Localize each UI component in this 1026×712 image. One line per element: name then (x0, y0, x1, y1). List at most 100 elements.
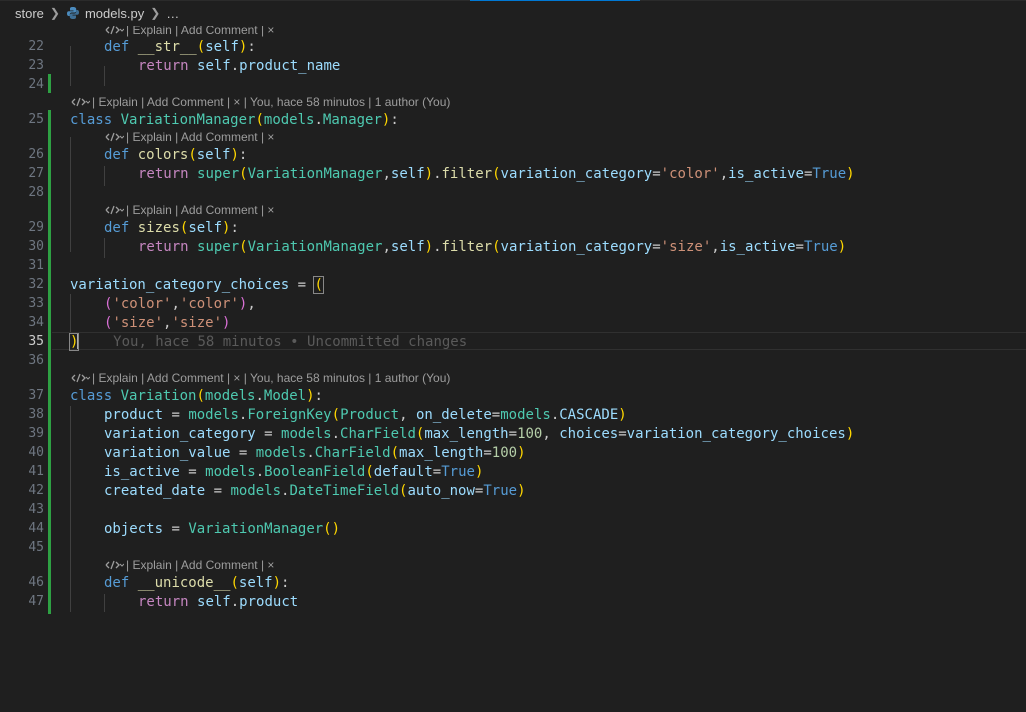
code-text: return super(VariationManager,self).filt… (138, 166, 855, 182)
code-text: variation_value = models.CharField(max_l… (104, 445, 526, 461)
line-number: 32 (28, 277, 44, 292)
line-number: 36 (28, 353, 44, 368)
line-number: 34 (28, 315, 44, 330)
line-number: 47 (28, 594, 44, 609)
code-line[interactable]: 29 def sizes(self): (0, 219, 1026, 237)
sparkle-icon (104, 129, 125, 147)
line-number: 39 (28, 426, 44, 441)
sparkle-icon (104, 557, 125, 575)
code-lens-actions[interactable]: | Explain | Add Comment | × (104, 128, 274, 147)
code-text: return self.product (138, 594, 299, 610)
code-editor[interactable]: | Explain | Add Comment | × 22 def __str… (0, 26, 1026, 712)
line-number: 30 (28, 239, 44, 254)
code-text: return super(VariationManager,self).filt… (138, 239, 847, 255)
code-line[interactable]: 42 created_date = models.DateTimeField(a… (0, 482, 1026, 500)
line-number: 31 (28, 258, 44, 273)
code-text: product = models.ForeignKey(Product, on_… (104, 407, 627, 423)
git-blame-annotation: You, hace 58 minutos • Uncommitted chang… (113, 334, 468, 350)
code-text: def __str__(self): (104, 39, 256, 55)
code-line[interactable]: 45 (0, 539, 1026, 557)
line-number: 37 (28, 388, 44, 403)
code-line[interactable]: 36 (0, 352, 1026, 370)
code-lens-actions[interactable]: | Explain | Add Comment | × (104, 201, 274, 220)
code-lens-text[interactable]: | Explain | Add Comment | × | You, hace … (92, 95, 450, 109)
code-text: variation_category = models.CharField(ma… (104, 426, 855, 442)
code-line[interactable]: 41 is_active = models.BooleanField(defau… (0, 463, 1026, 481)
line-number: 27 (28, 166, 44, 181)
code-line[interactable]: 30 return super(VariationManager,self).f… (0, 238, 1026, 256)
code-text: ('color','color'), (104, 296, 256, 312)
code-lens: | Explain | Add Comment | × | You, hace … (0, 369, 1026, 387)
code-line[interactable]: 46 def __unicode__(self): (0, 574, 1026, 592)
sparkle-icon (104, 202, 125, 220)
text-cursor (77, 333, 80, 349)
chevron-right-icon: ❯ (150, 6, 161, 20)
python-icon (66, 6, 80, 20)
code-line[interactable]: 34 ('size','size') (0, 314, 1026, 332)
code-line[interactable]: 44 objects = VariationManager() (0, 520, 1026, 538)
line-number: 43 (28, 502, 44, 517)
code-line[interactable]: 39 variation_category = models.CharField… (0, 425, 1026, 443)
code-line[interactable]: 40 variation_value = models.CharField(ma… (0, 444, 1026, 462)
code-lens-text[interactable]: | Explain | Add Comment | × (126, 203, 274, 217)
code-line[interactable]: 26 def colors(self): (0, 146, 1026, 164)
code-line[interactable]: 33 ('color','color'), (0, 295, 1026, 313)
code-lens-text[interactable]: | Explain | Add Comment | × (126, 558, 274, 572)
line-number: 26 (28, 147, 44, 162)
code-line[interactable]: 24 (0, 76, 1026, 94)
code-line[interactable]: 43 (0, 501, 1026, 519)
breadcrumb-file[interactable]: models.py (85, 6, 144, 21)
line-number: 28 (28, 185, 44, 200)
line-number: 44 (28, 521, 44, 536)
line-number: 42 (28, 483, 44, 498)
breadcrumb-more[interactable]: … (166, 6, 179, 21)
code-line[interactable]: 22 def __str__(self): (0, 38, 1026, 56)
code-text: ) You, hace 58 minutos • Uncommitted cha… (68, 333, 468, 351)
breadcrumb-bar: store ❯ models.py ❯ … (0, 0, 1026, 26)
sparkle-icon (70, 370, 91, 388)
code-lens-text[interactable]: | Explain | Add Comment | × (126, 26, 274, 37)
code-text: variation_category_choices = ( (70, 276, 324, 294)
code-lens-actions[interactable]: | Explain | Add Comment | × | You, hace … (70, 93, 450, 112)
line-number: 46 (28, 575, 44, 590)
line-number: 22 (28, 39, 44, 54)
active-tab-indicator (470, 0, 640, 1)
code-text: created_date = models.DateTimeField(auto… (104, 483, 526, 499)
line-number: 45 (28, 540, 44, 555)
code-line-current[interactable]: 35 ) You, hace 58 minutos • Uncommitted … (0, 333, 1026, 351)
code-line[interactable]: 47 return self.product (0, 593, 1026, 611)
code-text: def sizes(self): (104, 220, 239, 236)
code-lens: | Explain | Add Comment | × | You, hace … (0, 93, 1026, 111)
code-lens-actions[interactable]: | Explain | Add Comment | × | You, hace … (70, 369, 450, 388)
line-number: 40 (28, 445, 44, 460)
code-lens-text[interactable]: | Explain | Add Comment | × (126, 130, 274, 144)
code-line[interactable]: 28 (0, 184, 1026, 202)
code-line[interactable]: 31 (0, 257, 1026, 275)
breadcrumb: store ❯ models.py ❯ … (0, 0, 179, 26)
code-line[interactable]: 38 product = models.ForeignKey(Product, … (0, 406, 1026, 424)
sparkle-icon (70, 94, 91, 112)
breadcrumb-folder[interactable]: store (15, 6, 44, 21)
code-lens: | Explain | Add Comment | × (0, 201, 1026, 219)
code-text: is_active = models.BooleanField(default=… (104, 464, 484, 480)
line-number: 24 (28, 77, 44, 92)
code-text: return self.product_name (138, 58, 341, 74)
code-lens-actions[interactable]: | Explain | Add Comment | × (104, 556, 274, 575)
code-text: def __unicode__(self): (104, 575, 290, 591)
code-line[interactable]: 25 class VariationManager(models.Manager… (0, 111, 1026, 129)
code-line[interactable]: 32 variation_category_choices = ( (0, 276, 1026, 294)
code-line[interactable]: 23 return self.product_name (0, 57, 1026, 75)
chevron-right-icon: ❯ (49, 6, 60, 20)
code-text: class Variation(models.Model): (70, 388, 323, 404)
tab-strip-edge-right (640, 0, 1026, 1)
code-line[interactable]: 37 class Variation(models.Model): (0, 387, 1026, 405)
code-lens: | Explain | Add Comment | × (0, 128, 1026, 146)
code-text: objects = VariationManager() (104, 521, 341, 537)
code-text: ('size','size') (104, 315, 231, 331)
line-number: 41 (28, 464, 44, 479)
line-number: 29 (28, 220, 44, 235)
code-lens-text[interactable]: | Explain | Add Comment | × | You, hace … (92, 371, 450, 385)
code-line[interactable]: 27 return super(VariationManager,self).f… (0, 165, 1026, 183)
code-text: class VariationManager(models.Manager): (70, 112, 399, 128)
line-number: 33 (28, 296, 44, 311)
